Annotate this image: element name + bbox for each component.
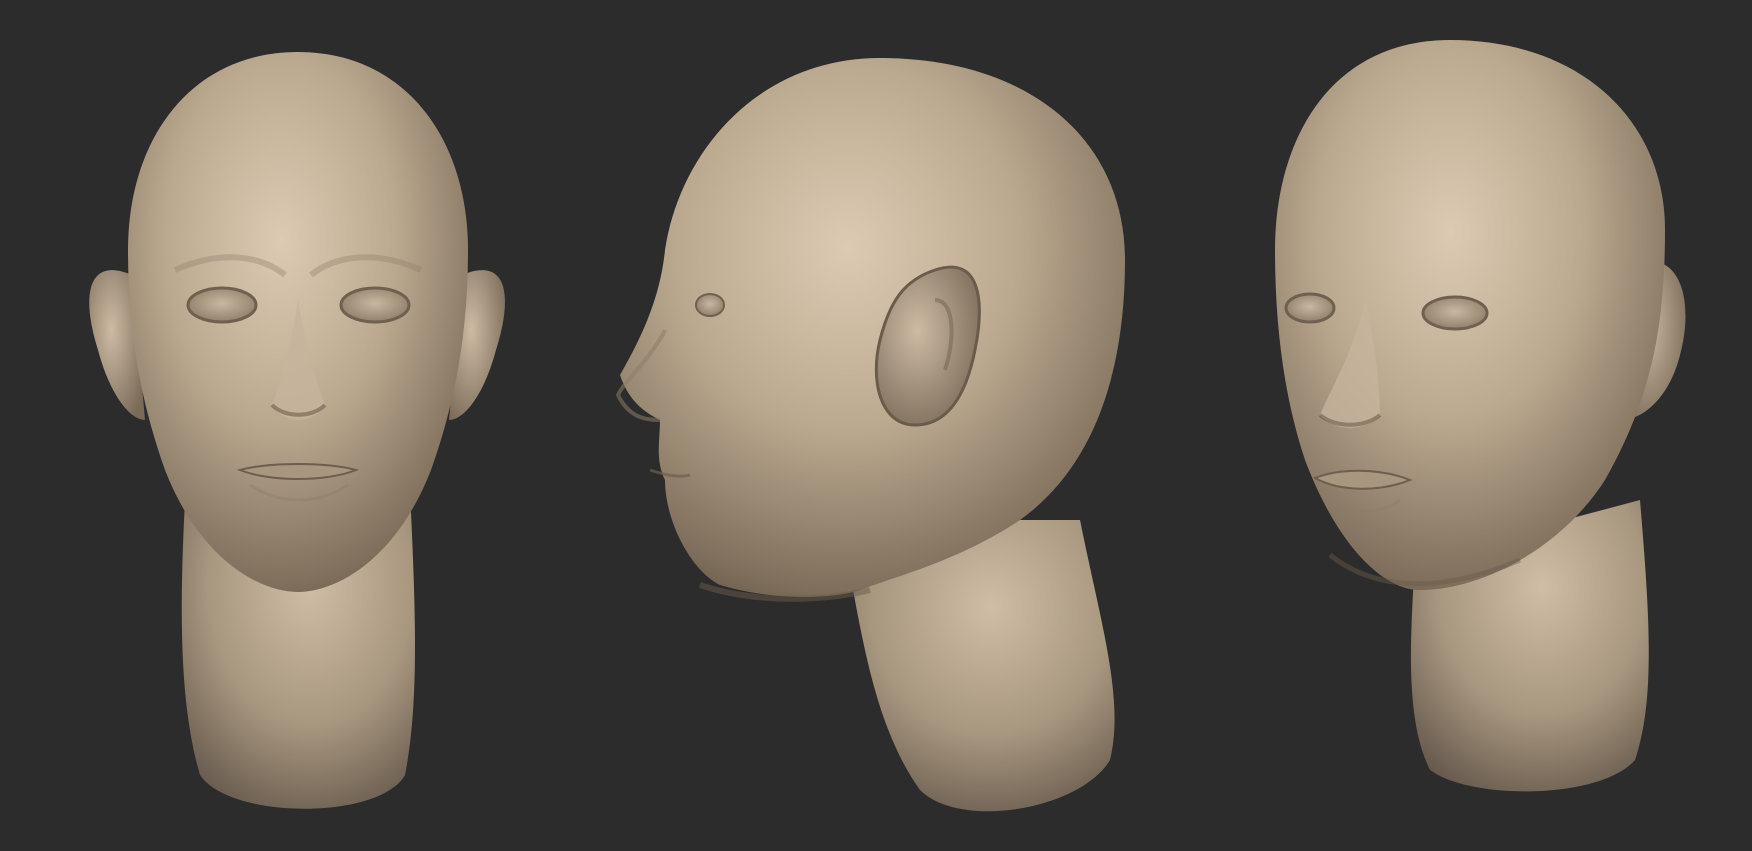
heads-render xyxy=(89,40,1686,812)
front-left-eye xyxy=(186,286,258,324)
three-quarter-view-head xyxy=(1275,40,1686,792)
side-eye xyxy=(695,293,725,317)
tq-left-eye xyxy=(1284,292,1336,324)
side-view-head xyxy=(615,58,1125,812)
tq-right-eye xyxy=(1421,295,1489,331)
front-right-eye xyxy=(339,286,411,324)
viewport xyxy=(0,0,1752,851)
side-head xyxy=(620,58,1125,597)
front-view-head xyxy=(89,52,505,809)
